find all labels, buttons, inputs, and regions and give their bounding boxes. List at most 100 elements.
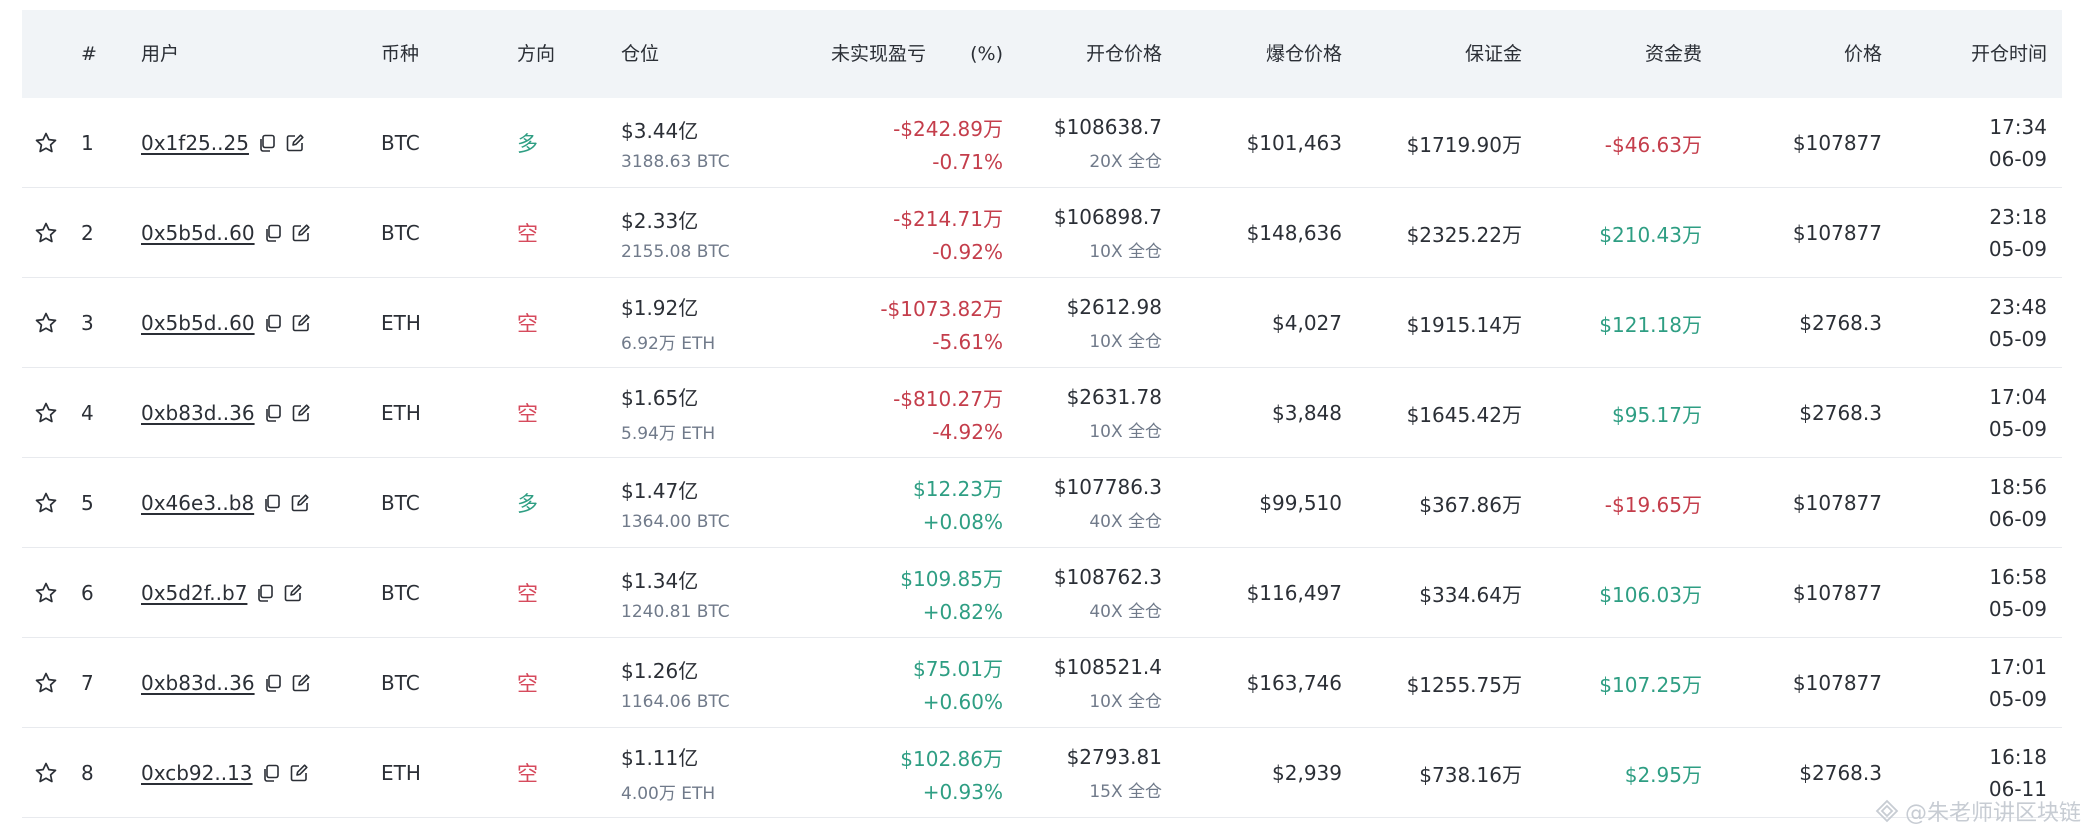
pnl-cell: -$1073.82万 -5.61%	[880, 278, 1003, 368]
star-icon[interactable]	[34, 401, 58, 425]
mark-price: $107877	[1792, 581, 1882, 605]
direction-badge: 空	[517, 762, 538, 786]
copy-icon[interactable]	[261, 763, 281, 783]
header-margin[interactable]: 保证金	[1465, 10, 1522, 98]
header-index: #	[81, 43, 97, 65]
position-value: $1.92亿	[621, 296, 699, 320]
user-cell: 0x1f25..25	[141, 98, 305, 188]
entry-price: $2612.98	[1066, 294, 1162, 319]
direction-badge: 空	[517, 312, 538, 336]
mark-price: $2768.3	[1799, 311, 1882, 335]
table-row: 8 0xcb92..13 ETH 空 $1.11亿 4.00万 ETH $102…	[22, 728, 2062, 818]
user-address-link[interactable]: 0x5d2f..b7	[141, 581, 247, 605]
coin-cell: ETH	[381, 311, 421, 335]
copy-icon[interactable]	[263, 313, 283, 333]
margin-value: $1915.14万	[1406, 312, 1522, 337]
header-open-time[interactable]: 开仓时间	[1971, 10, 2047, 98]
header-unrealized-pnl[interactable]: 未实现盈亏	[831, 10, 926, 98]
table-row: 2 0x5b5d..60 BTC 空 $2.33亿 2155.08 BTC -$…	[22, 188, 2062, 278]
entry-price-cell: $108762.3 40X 全仓	[1054, 548, 1162, 638]
edit-icon[interactable]	[291, 223, 311, 243]
row-index: 2	[81, 221, 94, 245]
position-value: $2.33亿	[621, 208, 699, 233]
liquidation-price: $148,636	[1246, 221, 1342, 245]
user-cell: 0xb83d..36	[141, 368, 311, 458]
edit-icon[interactable]	[290, 493, 310, 513]
user-cell: 0xb83d..36	[141, 638, 311, 728]
star-icon[interactable]	[34, 491, 58, 515]
platform-logo-icon	[1875, 799, 1899, 823]
user-address-link[interactable]: 0x5b5d..60	[141, 311, 255, 335]
liquidation-price: $99,510	[1259, 491, 1342, 515]
copy-icon[interactable]	[257, 133, 277, 153]
edit-icon[interactable]	[291, 313, 311, 333]
edit-icon[interactable]	[291, 673, 311, 693]
user-address-link[interactable]: 0x46e3..b8	[141, 491, 254, 515]
position-value: $1.47亿	[621, 478, 699, 503]
copy-icon[interactable]	[263, 403, 283, 423]
user-cell: 0x5b5d..60	[141, 278, 311, 368]
pnl-cell: -$810.27万 -4.92%	[893, 368, 1003, 458]
star-icon[interactable]	[34, 671, 58, 695]
leverage-mode: 20X 全仓	[1089, 151, 1162, 172]
star-icon[interactable]	[34, 131, 58, 155]
entry-price: $106898.7	[1053, 204, 1162, 229]
copy-icon[interactable]	[263, 673, 283, 693]
leverage-mode: 40X 全仓	[1089, 601, 1162, 622]
position-cell: $2.33亿 2155.08 BTC	[621, 188, 730, 278]
user-address-link[interactable]: 0xcb92..13	[141, 761, 253, 785]
row-index: 7	[81, 671, 94, 695]
coin-cell: BTC	[381, 491, 420, 515]
position-value: $1.34亿	[621, 568, 699, 593]
star-icon[interactable]	[34, 221, 58, 245]
header-pnl-percent[interactable]: (%)	[970, 10, 1003, 98]
header-entry-price[interactable]: 开仓价格	[1086, 10, 1162, 98]
star-icon[interactable]	[34, 761, 58, 785]
position-size: 5.94万 ETH	[621, 424, 716, 444]
entry-price: $107786.3	[1053, 474, 1162, 499]
star-icon[interactable]	[34, 581, 58, 605]
edit-icon[interactable]	[283, 583, 303, 603]
mark-price: $107877	[1792, 131, 1882, 155]
pnl-percent: +0.08%	[922, 509, 1003, 534]
funding-fee: -$46.63万	[1604, 132, 1702, 157]
leverage-mode: 10X 全仓	[1089, 241, 1162, 262]
open-time: 23:48 05-09	[1989, 278, 2047, 368]
edit-icon[interactable]	[289, 763, 309, 783]
open-time: 17:34 06-09	[1989, 98, 2047, 188]
copy-icon[interactable]	[255, 583, 275, 603]
header-liquidation-price[interactable]: 爆仓价格	[1266, 10, 1342, 98]
copy-icon[interactable]	[263, 223, 283, 243]
entry-price-cell: $107786.3 40X 全仓	[1054, 458, 1162, 548]
star-icon[interactable]	[34, 311, 58, 335]
funding-fee: $107.25万	[1599, 672, 1702, 697]
position-value: $3.44亿	[621, 118, 699, 143]
liquidation-price: $3,848	[1272, 401, 1342, 425]
funding-fee: $2.95万	[1624, 762, 1702, 787]
user-address-link[interactable]: 0x5b5d..60	[141, 221, 255, 245]
direction-badge: 空	[517, 402, 538, 426]
user-address-link[interactable]: 0xb83d..36	[141, 671, 255, 695]
margin-value: $1255.75万	[1406, 672, 1522, 697]
open-time-date: 05-09	[1988, 687, 2047, 711]
open-time-date: 06-09	[1988, 147, 2047, 171]
header-price[interactable]: 价格	[1844, 10, 1882, 98]
entry-price: $108762.3	[1053, 564, 1162, 589]
edit-icon[interactable]	[291, 403, 311, 423]
header-user: 用户	[141, 43, 180, 65]
edit-icon[interactable]	[285, 133, 305, 153]
header-funding-fee[interactable]: 资金费	[1645, 10, 1702, 98]
pnl-cell: -$214.71万 -0.92%	[893, 188, 1003, 278]
row-index: 8	[81, 761, 94, 785]
pnl-value: -$810.27万	[893, 386, 1003, 411]
user-address-link[interactable]: 0x1f25..25	[141, 131, 249, 155]
open-time-clock: 16:58	[1989, 565, 2047, 589]
position-size: 6.92万 ETH	[621, 334, 716, 354]
mark-price: $2768.3	[1799, 761, 1882, 785]
position-size: 1364.00 BTC	[621, 511, 730, 532]
margin-value: $334.64万	[1419, 582, 1522, 607]
copy-icon[interactable]	[262, 493, 282, 513]
entry-price: $2793.81	[1066, 744, 1162, 769]
position-cell: $1.92亿 6.92万 ETH	[621, 278, 715, 368]
user-address-link[interactable]: 0xb83d..36	[141, 401, 255, 425]
